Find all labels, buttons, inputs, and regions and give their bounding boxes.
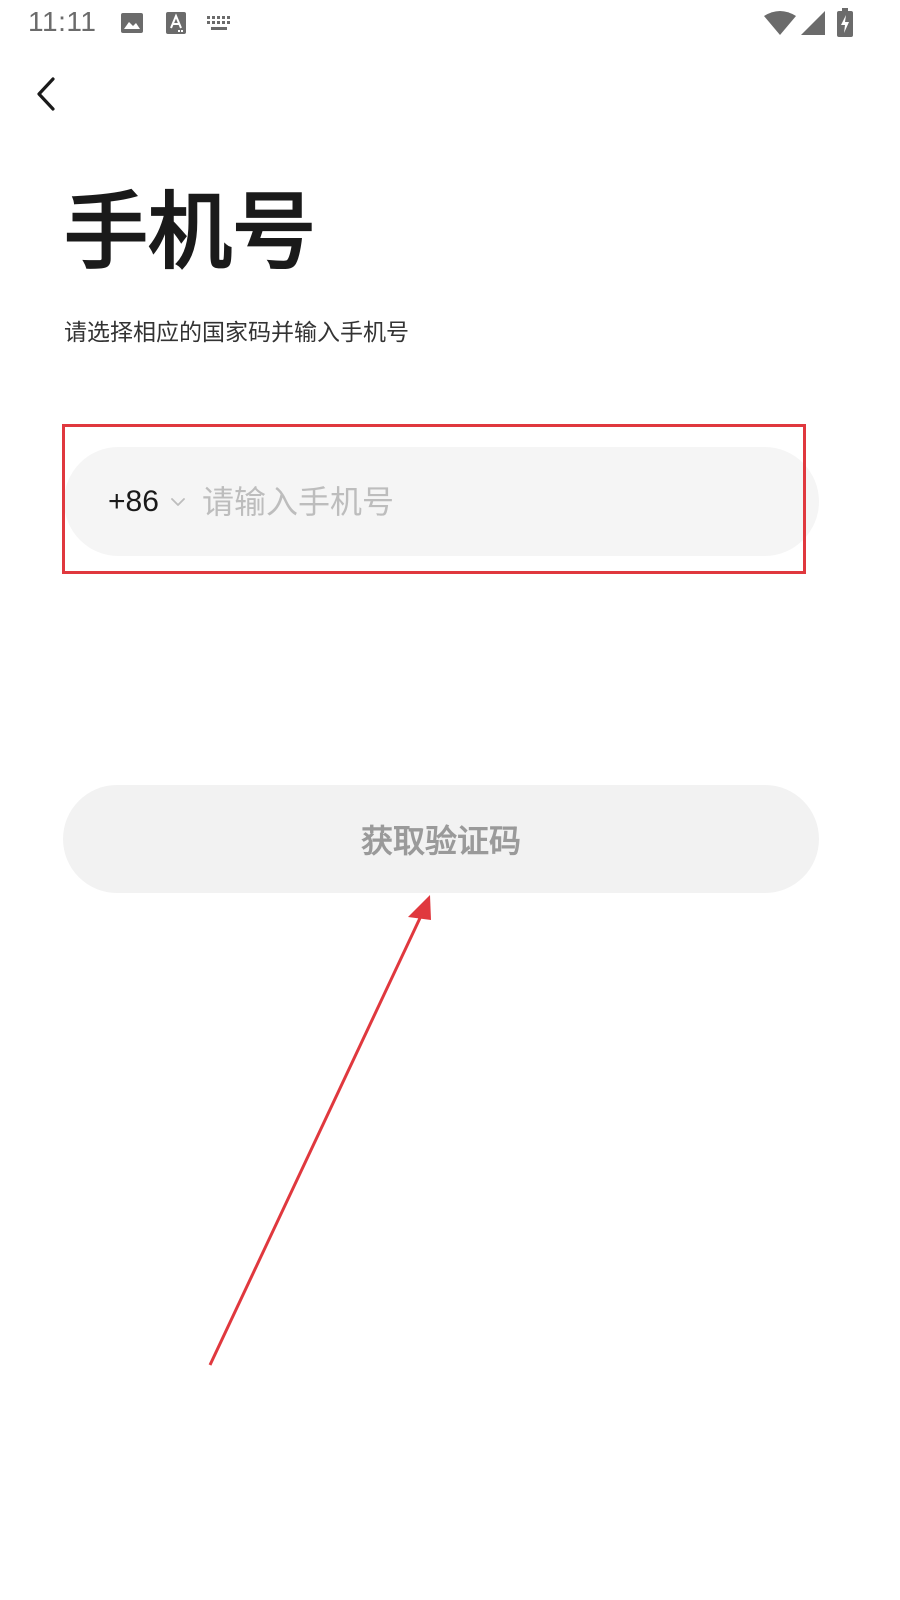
country-code-selector[interactable]: +86 (108, 447, 185, 556)
page-title: 手机号 (64, 183, 317, 281)
a-text-icon (165, 11, 187, 35)
keyboard-icon (206, 15, 232, 31)
phone-input-row: +86 (64, 447, 819, 556)
chevron-down-icon (170, 497, 185, 507)
phone-number-input[interactable] (202, 447, 782, 556)
status-bar: 11:11 (0, 0, 900, 48)
country-code-text: +86 (108, 484, 159, 518)
status-time: 11:11 (28, 6, 97, 37)
battery-icon (836, 8, 854, 38)
page-subtitle: 请选择相应的国家码并输入手机号 (64, 320, 409, 346)
annotation-arrow-head (408, 895, 431, 920)
chevron-left-icon (34, 76, 58, 116)
image-icon (120, 11, 144, 35)
signal-icon (800, 10, 826, 36)
wifi-icon (763, 10, 797, 36)
annotation-arrow-line (208, 917, 422, 1366)
back-button[interactable] (24, 72, 68, 120)
get-verification-code-button[interactable]: 获取验证码 (63, 785, 819, 893)
